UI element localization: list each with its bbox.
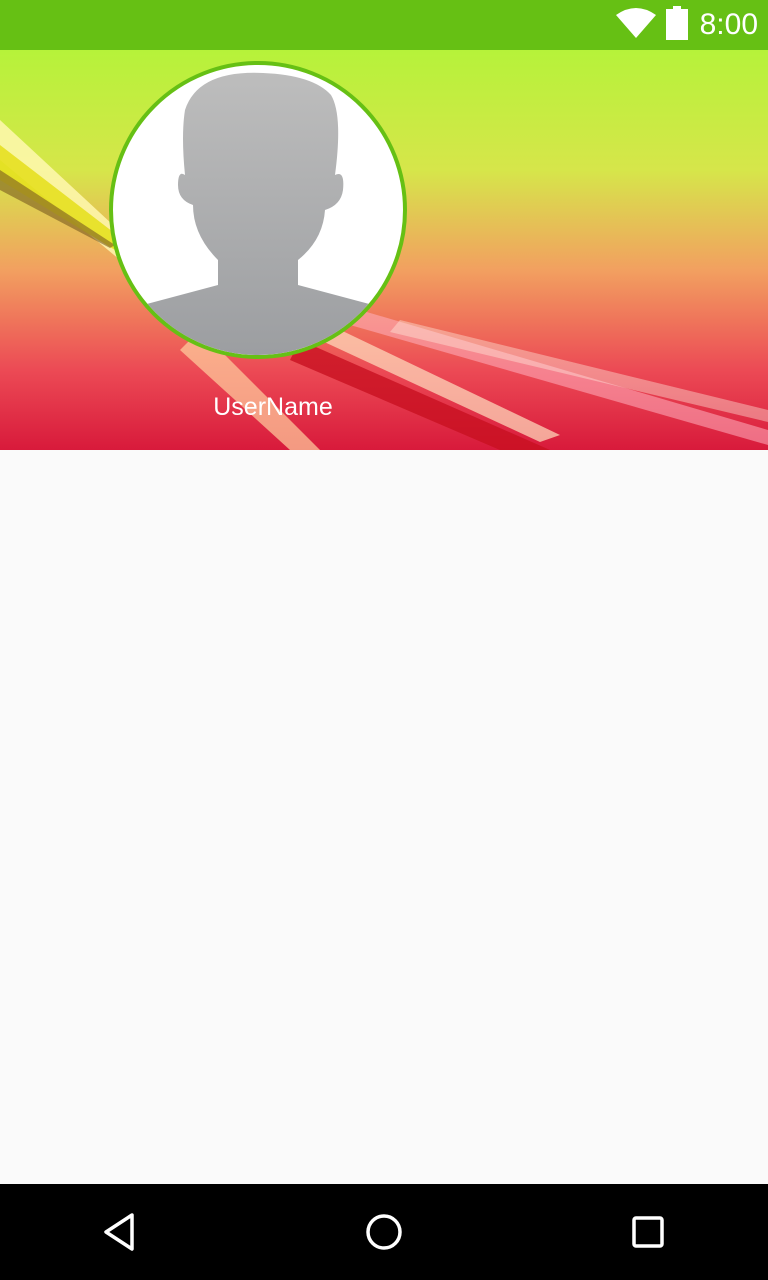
status-time: 8:00 bbox=[699, 8, 758, 41]
navigation-bar bbox=[0, 1184, 768, 1280]
status-bar: 8:00 bbox=[0, 0, 768, 50]
content-area bbox=[0, 450, 768, 1184]
person-silhouette-icon bbox=[113, 72, 403, 355]
recents-button[interactable] bbox=[618, 1204, 678, 1260]
wifi-icon bbox=[615, 7, 656, 44]
username-label: UserName bbox=[213, 393, 333, 421]
back-button[interactable] bbox=[90, 1204, 150, 1260]
profile-header: UserName bbox=[0, 50, 768, 450]
battery-icon bbox=[665, 5, 688, 45]
recents-icon bbox=[632, 1216, 664, 1248]
home-icon bbox=[366, 1214, 402, 1250]
back-icon bbox=[104, 1213, 134, 1251]
home-button[interactable] bbox=[354, 1204, 414, 1260]
avatar[interactable] bbox=[109, 61, 407, 359]
status-icons: 8:00 bbox=[615, 5, 758, 45]
